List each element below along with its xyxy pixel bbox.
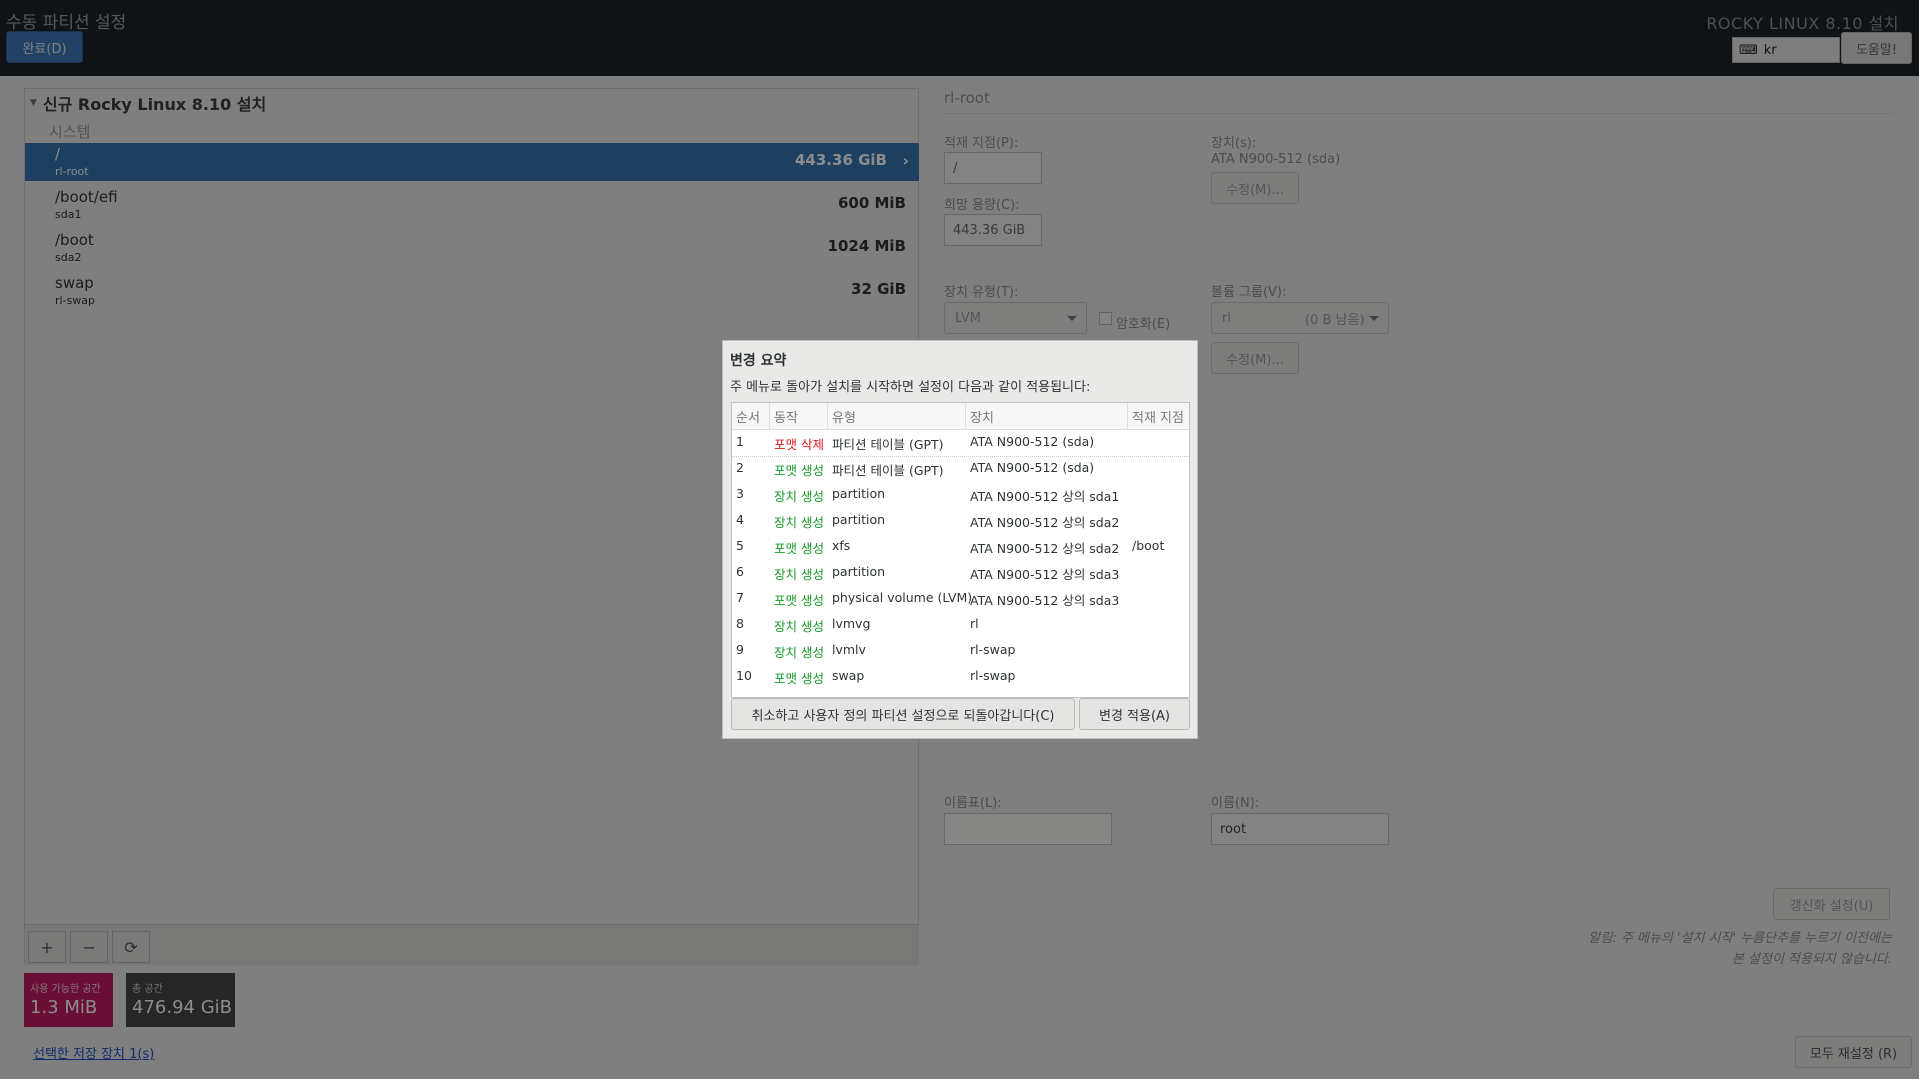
row-action: 장치 생성 xyxy=(774,645,824,660)
table-row[interactable]: 10 포맷 생성 swap rl-swap xyxy=(732,664,1189,690)
row-action: 포맷 생성 xyxy=(774,593,824,608)
row-type: partition xyxy=(832,486,886,501)
table-row[interactable]: 3 장치 생성 partition ATA N900-512 상의 sda1 xyxy=(732,482,1189,508)
row-action: 장치 생성 xyxy=(774,515,824,530)
row-type: physical volume (LVM) xyxy=(832,590,973,605)
column-header-device[interactable]: 장치 xyxy=(966,403,1128,430)
row-type: swap xyxy=(832,668,865,683)
row-order: 5 xyxy=(736,538,744,553)
row-device: ATA N900-512 (sda) xyxy=(970,434,1095,449)
row-device: ATA N900-512 상의 sda3 xyxy=(970,593,1120,608)
table-row[interactable]: 7 포맷 생성 physical volume (LVM) ATA N900-5… xyxy=(732,586,1189,612)
summary-of-changes-dialog: 변경 요약 주 메뉴로 돌아가 설치를 시작하면 설정이 다음과 같이 적용됩니… xyxy=(722,340,1198,739)
row-action: 포맷 삭제 xyxy=(774,437,824,452)
table-row[interactable]: 2 포맷 생성 파티션 테이블 (GPT) ATA N900-512 (sda) xyxy=(732,456,1189,482)
dialog-title: 변경 요약 xyxy=(730,353,787,369)
column-header-mount[interactable]: 적재 지점 xyxy=(1128,403,1189,430)
table-row[interactable]: 6 장치 생성 partition ATA N900-512 상의 sda3 xyxy=(732,560,1189,586)
row-device: rl xyxy=(970,616,979,631)
row-order: 3 xyxy=(736,486,744,501)
changes-table[interactable]: 순서 동작 유형 장치 적재 지점 1 포맷 삭제 파티션 테이블 (GPT) … xyxy=(731,402,1190,698)
row-action: 포맷 생성 xyxy=(774,463,824,478)
row-type: lvmvg xyxy=(832,616,871,631)
row-type: lvmlv xyxy=(832,642,866,657)
cancel-return-button[interactable]: 취소하고 사용자 정의 파티션 설정으로 되돌아갑니다(C) xyxy=(731,698,1075,730)
table-row[interactable]: 9 장치 생성 lvmlv rl-swap xyxy=(732,638,1189,664)
row-device: rl-swap xyxy=(970,668,1016,683)
column-header-type[interactable]: 유형 xyxy=(828,403,966,430)
row-device: ATA N900-512 상의 sda2 xyxy=(970,541,1120,556)
row-action: 포맷 생성 xyxy=(774,541,824,556)
row-device: ATA N900-512 상의 sda3 xyxy=(970,567,1120,582)
row-action: 장치 생성 xyxy=(774,619,824,634)
row-order: 4 xyxy=(736,512,744,527)
row-type: 파티션 테이블 (GPT) xyxy=(832,437,944,452)
row-order: 7 xyxy=(736,590,744,605)
row-type: 파티션 테이블 (GPT) xyxy=(832,463,944,478)
row-type: partition xyxy=(832,564,886,579)
row-device: ATA N900-512 상의 sda2 xyxy=(970,515,1120,530)
dialog-description: 주 메뉴로 돌아가 설치를 시작하면 설정이 다음과 같이 적용됩니다: xyxy=(730,380,1091,395)
row-type: partition xyxy=(832,512,886,527)
row-order: 2 xyxy=(736,460,744,475)
row-order: 9 xyxy=(736,642,744,657)
row-action: 장치 생성 xyxy=(774,567,824,582)
table-row[interactable]: 1 포맷 삭제 파티션 테이블 (GPT) ATA N900-512 (sda) xyxy=(732,430,1189,457)
accept-changes-button[interactable]: 변경 적용(A) xyxy=(1079,698,1190,730)
row-order: 10 xyxy=(736,668,752,683)
row-mount: /boot xyxy=(1132,538,1165,553)
row-device: ATA N900-512 상의 sda1 xyxy=(970,489,1120,504)
row-type: xfs xyxy=(832,538,851,553)
row-action: 포맷 생성 xyxy=(774,671,824,686)
table-row[interactable]: 8 장치 생성 lvmvg rl xyxy=(732,612,1189,638)
row-order: 8 xyxy=(736,616,744,631)
row-action: 장치 생성 xyxy=(774,489,824,504)
column-header-action[interactable]: 동작 xyxy=(770,403,828,430)
table-row[interactable]: 4 장치 생성 partition ATA N900-512 상의 sda2 xyxy=(732,508,1189,534)
row-order: 1 xyxy=(736,434,744,449)
row-device: rl-swap xyxy=(970,642,1016,657)
row-order: 6 xyxy=(736,564,744,579)
table-row[interactable]: 5 포맷 생성 xfs ATA N900-512 상의 sda2 /boot xyxy=(732,534,1189,560)
row-device: ATA N900-512 (sda) xyxy=(970,460,1095,475)
column-header-order[interactable]: 순서 xyxy=(732,403,770,430)
